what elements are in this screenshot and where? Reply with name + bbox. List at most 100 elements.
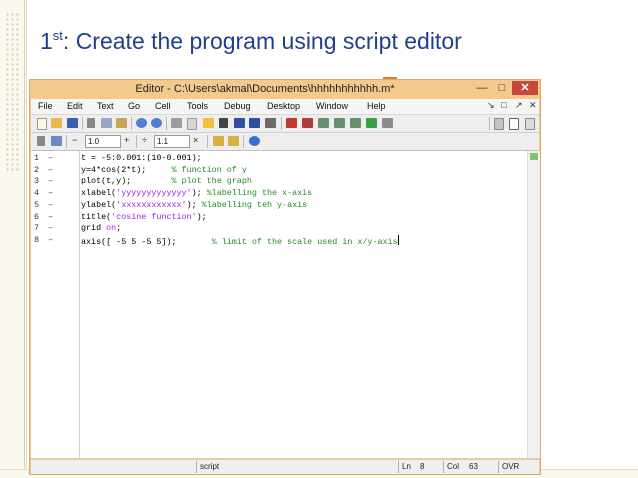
line-number: 5 — [34, 199, 40, 210]
slide-title-sup: st — [52, 28, 63, 43]
paste-icon[interactable] — [116, 118, 127, 128]
window-titlebar[interactable]: Editor - C:\Users\akmal\Documents\hhhhhh… — [30, 80, 540, 98]
code-comment: % limit of the scale used in x/y-axis — [211, 236, 398, 247]
toolbar-separator — [66, 135, 67, 148]
step-in-icon[interactable] — [334, 118, 345, 128]
folder-nav-icon[interactable] — [203, 118, 214, 128]
code-line[interactable]: 5– ylabel('xxxxxxxxxxxx'); %labelling teh… — [31, 200, 527, 212]
code-comment: % plot the graph — [171, 176, 252, 187]
menu-help[interactable]: Help — [367, 101, 386, 111]
status-col-label: Col — [443, 461, 465, 473]
slide-border-line — [24, 0, 25, 478]
increment-button[interactable]: + — [124, 135, 129, 145]
cell-eval-icon[interactable] — [51, 136, 62, 146]
code-line[interactable]: 1– t = -5:0.001:(10-0.001); — [31, 153, 527, 165]
code-line[interactable]: 4– xlabel('yyyyyyyyyyyyy'); %labelling th… — [31, 188, 527, 200]
undock-icon[interactable]: ↗ — [515, 100, 523, 111]
close-doc-icon[interactable]: ✕ — [529, 100, 537, 111]
menu-debug[interactable]: Debug — [224, 101, 251, 111]
line-dash-marker: – — [48, 164, 54, 175]
editor-window: Editor - C:\Users\akmal\Documents\hhhhhh… — [29, 79, 541, 475]
cell-run-icon[interactable] — [213, 136, 224, 146]
decrement-value-field[interactable]: 1.0 — [85, 135, 121, 148]
status-bar: script Ln 8 Col 63 OVR — [31, 459, 539, 474]
save-icon[interactable] — [67, 118, 78, 128]
code-string: 'yyyyyyyyyyyyy' — [116, 188, 192, 199]
line-code: axis([ -5 5 -5 5]); % limit of the scale… — [81, 234, 399, 249]
menu-file[interactable]: File — [38, 101, 53, 111]
code-comment: %labelling the x-axis — [206, 188, 313, 199]
code-text: xlabel( — [81, 188, 117, 199]
decrement-button[interactable]: − — [72, 135, 77, 145]
line-dash-marker: – — [48, 199, 54, 210]
code-text: ; — [116, 223, 122, 234]
code-editor[interactable]: 1– t = -5:0.001:(10-0.001); 2– y=4*cos(2*t)… — [31, 151, 540, 458]
layout-dropdown-icon[interactable] — [525, 118, 535, 130]
code-text: ylabel( — [81, 199, 117, 210]
close-button[interactable]: ✕ — [512, 81, 538, 95]
maximize-button[interactable]: □ — [492, 81, 512, 95]
code-line[interactable]: 2– y=4*cos(2*t); % function of y — [31, 165, 527, 177]
cut-icon[interactable] — [87, 118, 95, 128]
toolbar-separator — [131, 117, 132, 130]
step-icon[interactable] — [318, 118, 329, 128]
line-dash-marker: – — [48, 153, 54, 163]
line-code: y=4*cos(2*t); % function of y — [81, 165, 247, 177]
open-folder-icon[interactable] — [51, 118, 62, 128]
print-icon[interactable] — [171, 118, 182, 128]
multiply-button[interactable]: × — [193, 135, 198, 145]
code-text: y=4*cos(2*t); — [81, 164, 172, 175]
find-icon[interactable] — [187, 118, 197, 130]
code-line[interactable]: 8– axis([ -5 5 -5 5]); % limit of the sca… — [31, 234, 527, 249]
menu-bar: File Edit Text Go Cell Tools Debug Deskt… — [31, 99, 539, 115]
divide-button[interactable]: ÷ — [142, 135, 147, 145]
redo-icon[interactable] — [151, 118, 162, 128]
cell-mode-icon[interactable] — [37, 136, 45, 146]
line-code: t = -5:0.001:(10-0.001); — [81, 153, 202, 165]
undo-icon[interactable] — [136, 118, 147, 128]
code-text: ); — [186, 199, 202, 210]
line-number: 1 — [34, 153, 40, 163]
code-line[interactable]: 3– plot(t,y); % plot the graph — [31, 176, 527, 188]
restore-icon[interactable]: □ — [501, 100, 506, 110]
line-number: 4 — [34, 188, 40, 199]
clear-breakpoints-icon[interactable] — [302, 118, 313, 128]
slide-title: 1st: Create the program using script edi… — [40, 28, 462, 55]
copy-icon[interactable] — [101, 118, 112, 128]
window-title: Editor - C:\Users\akmal\Documents\hhhhhh… — [135, 83, 395, 95]
help-icon[interactable] — [249, 136, 260, 146]
layout-icon[interactable] — [509, 118, 519, 130]
menu-cell[interactable]: Cell — [155, 101, 171, 111]
step-out-icon[interactable] — [350, 118, 361, 128]
divide-value-field[interactable]: 1.1 — [154, 135, 190, 148]
minimize-button[interactable]: — — [472, 81, 492, 95]
menu-text[interactable]: Text — [97, 101, 114, 111]
cell-run-advance-icon[interactable] — [228, 136, 239, 146]
line-number: 8 — [34, 234, 40, 245]
dock-icon[interactable]: ↘ — [487, 100, 495, 111]
code-string: 'xxxxxxxxxxxx' — [116, 199, 187, 210]
forward-arrow-icon[interactable] — [249, 118, 260, 128]
run-icon[interactable] — [366, 118, 377, 128]
new-file-icon[interactable] — [37, 118, 47, 130]
back-arrow-icon[interactable] — [234, 118, 245, 128]
menu-window[interactable]: Window — [316, 101, 348, 111]
menu-desktop[interactable]: Desktop — [267, 101, 300, 111]
text-cursor — [397, 234, 399, 245]
menu-tools[interactable]: Tools — [187, 101, 208, 111]
vertical-scrollbar[interactable] — [527, 151, 540, 458]
code-text: title( — [81, 211, 112, 222]
dropdown-icon[interactable] — [494, 118, 504, 130]
toolbar-separator — [166, 117, 167, 130]
breakpoint-icon[interactable] — [286, 118, 297, 128]
code-text: ); — [191, 188, 207, 199]
stack-icon[interactable] — [382, 118, 393, 128]
status-mode: script — [196, 461, 380, 473]
menu-edit[interactable]: Edit — [67, 101, 83, 111]
menu-go[interactable]: Go — [128, 101, 140, 111]
code-line[interactable]: 6– title('cosine function'); — [31, 212, 527, 224]
function-icon[interactable] — [265, 118, 276, 128]
code-line[interactable]: 7– grid on; — [31, 223, 527, 235]
line-dash-marker: – — [48, 234, 54, 245]
bookmark-icon[interactable] — [219, 118, 228, 128]
